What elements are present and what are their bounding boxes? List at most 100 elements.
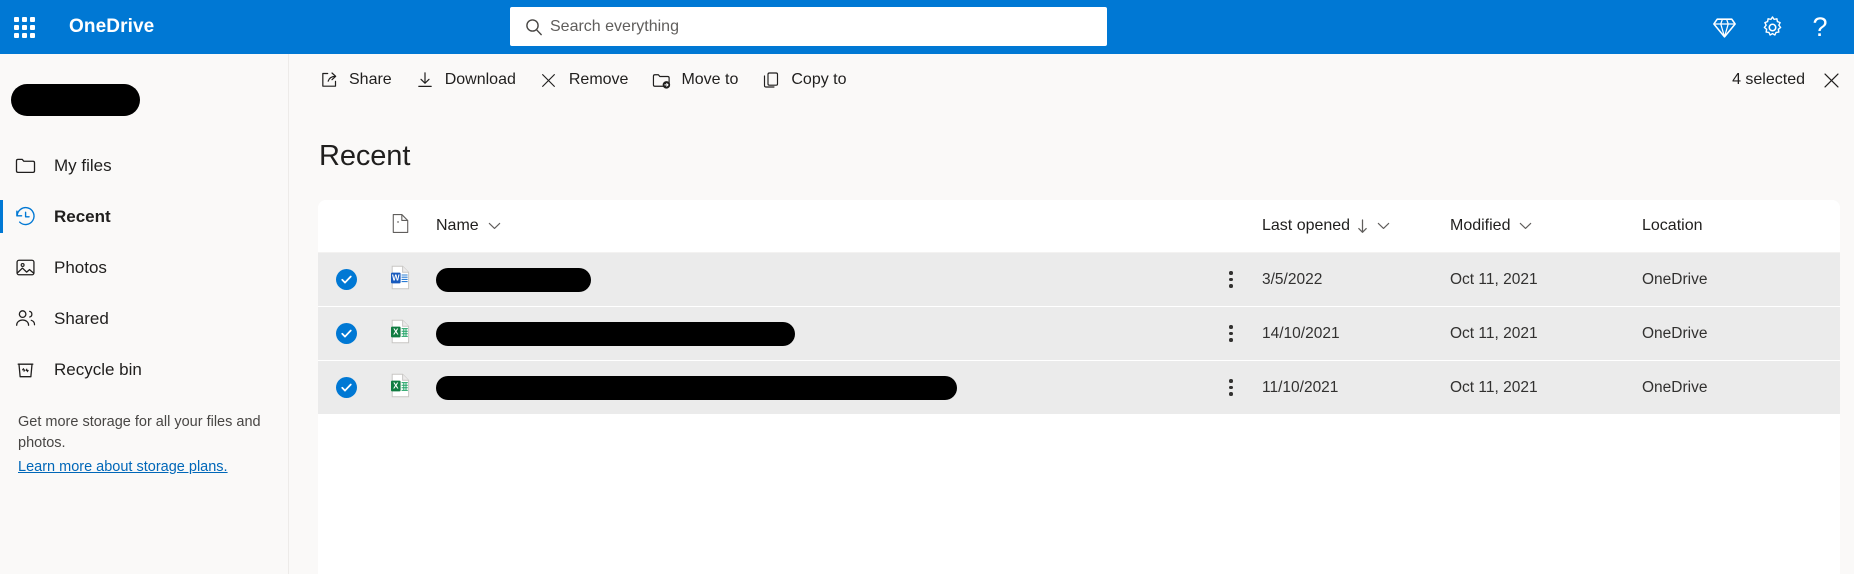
- command-bar: Share Download Remove Move to Copy to 4 …: [289, 54, 1854, 106]
- sort-descending-arrow-icon: [1357, 218, 1368, 234]
- more-options-icon[interactable]: [1229, 325, 1233, 342]
- file-type-cell: W: [374, 265, 426, 295]
- move-to-button[interactable]: Move to: [639, 60, 749, 100]
- download-button[interactable]: Download: [403, 60, 527, 100]
- storage-promo: Get more storage for all your files and …: [18, 412, 274, 478]
- modified-column-header-inner: Modified: [1450, 217, 1532, 235]
- row-checkbox[interactable]: [318, 323, 374, 344]
- photos-image-icon: [14, 256, 44, 279]
- svg-text:X: X: [393, 381, 399, 390]
- modified-value: Oct 11, 2021: [1450, 378, 1538, 396]
- sidebar-item-label: Shared: [54, 308, 109, 328]
- sidebar-item-label: My files: [54, 155, 112, 175]
- sidebar-item-recycle-bin[interactable]: Recycle bin: [0, 344, 288, 395]
- location-value: OneDrive: [1642, 270, 1708, 288]
- copy-to-button[interactable]: Copy to: [749, 60, 857, 100]
- last-opened-column-header[interactable]: Last opened: [1258, 217, 1448, 235]
- modified-value: Oct 11, 2021: [1450, 324, 1538, 342]
- recycle-bin-icon: [14, 358, 44, 381]
- table-row[interactable]: X 14/10/2021 Oct 11, 2021 OneDrive: [318, 307, 1840, 361]
- row-actions-cell[interactable]: [1204, 325, 1258, 342]
- more-options-icon[interactable]: [1229, 271, 1233, 288]
- chevron-down-icon: [488, 222, 501, 230]
- close-selection-icon[interactable]: [1818, 67, 1844, 93]
- file-name-cell: [426, 375, 1204, 400]
- left-navigation: My files Recent Photos Shared Recycle bi…: [0, 54, 289, 574]
- shared-people-icon: [14, 307, 44, 330]
- page-title: Recent: [319, 140, 411, 172]
- row-actions-cell[interactable]: [1204, 379, 1258, 396]
- command-label: Move to: [681, 71, 739, 88]
- file-name-redacted: [436, 267, 591, 292]
- help-question-icon[interactable]: ?: [1796, 3, 1844, 51]
- file-name-redacted: [436, 321, 795, 346]
- last-opened-column-header-inner: Last opened: [1262, 217, 1390, 235]
- location-value: OneDrive: [1642, 324, 1708, 342]
- remove-x-icon: [538, 71, 560, 90]
- selected-count-text: 4 selected: [1732, 71, 1805, 88]
- search-box[interactable]: [510, 7, 1107, 46]
- excel-spreadsheet-icon: X: [389, 319, 411, 349]
- file-type-cell: X: [374, 319, 426, 349]
- location-column-header[interactable]: Location: [1640, 217, 1840, 235]
- share-button[interactable]: Share: [307, 60, 403, 100]
- checkbox-checked-icon: [335, 323, 357, 344]
- storage-plans-link[interactable]: Learn more about storage plans.: [18, 457, 228, 478]
- location-cell: OneDrive: [1640, 325, 1840, 343]
- copy-to-icon: [760, 70, 782, 90]
- premium-diamond-icon[interactable]: [1700, 3, 1748, 51]
- more-options-icon[interactable]: [1229, 379, 1233, 396]
- row-checkbox[interactable]: [318, 269, 374, 290]
- column-label: Location: [1642, 217, 1703, 234]
- modified-cell: Oct 11, 2021: [1448, 271, 1640, 289]
- sidebar-item-label: Recent: [54, 206, 111, 226]
- sidebar-item-label: Recycle bin: [54, 359, 142, 379]
- column-label: Modified: [1450, 217, 1511, 234]
- chevron-down-icon: [1519, 222, 1532, 230]
- modified-cell: Oct 11, 2021: [1448, 379, 1640, 397]
- last-opened-value: 14/10/2021: [1262, 324, 1340, 342]
- files-table: Name Last opened Modified Location W 3/5…: [318, 200, 1840, 574]
- chevron-down-icon: [1377, 222, 1390, 230]
- settings-gear-icon[interactable]: [1748, 3, 1796, 51]
- suite-actions: ?: [1700, 0, 1844, 54]
- sidebar-item-photos[interactable]: Photos: [0, 242, 288, 293]
- file-name-cell: [426, 267, 1204, 292]
- move-to-folder-icon: [650, 70, 672, 91]
- last-opened-cell: 11/10/2021: [1258, 379, 1448, 397]
- remove-button[interactable]: Remove: [527, 60, 640, 100]
- name-column-header[interactable]: Name: [426, 217, 1204, 235]
- table-row[interactable]: X 11/10/2021 Oct 11, 2021 OneDrive: [318, 361, 1840, 415]
- checkbox-checked-icon: [335, 377, 357, 398]
- search-input[interactable]: [550, 17, 1093, 36]
- sidebar-item-my-files[interactable]: My files: [0, 140, 288, 191]
- file-type-cell: X: [374, 373, 426, 403]
- last-opened-cell: 3/5/2022: [1258, 271, 1448, 289]
- command-label: Remove: [568, 71, 629, 88]
- app-brand-onedrive[interactable]: OneDrive: [69, 16, 154, 38]
- sidebar-item-recent[interactable]: Recent: [0, 191, 288, 242]
- folder-icon: [14, 154, 44, 177]
- checkbox-checked-icon: [335, 269, 357, 290]
- last-opened-cell: 14/10/2021: [1258, 325, 1448, 343]
- file-name-cell: [426, 321, 1204, 346]
- name-column-header-inner: Name: [436, 217, 501, 235]
- file-name-redacted: [436, 375, 957, 400]
- main-content: Share Download Remove Move to Copy to 4 …: [289, 54, 1854, 574]
- last-opened-value: 11/10/2021: [1262, 378, 1339, 396]
- sidebar-item-label: Photos: [54, 257, 107, 277]
- share-icon: [318, 70, 340, 90]
- search-icon: [524, 17, 550, 37]
- row-actions-cell[interactable]: [1204, 271, 1258, 288]
- app-launcher-waffle-icon[interactable]: [0, 0, 48, 54]
- table-row[interactable]: W 3/5/2022 Oct 11, 2021 OneDrive: [318, 253, 1840, 307]
- sidebar-item-shared[interactable]: Shared: [0, 293, 288, 344]
- modified-column-header[interactable]: Modified: [1448, 217, 1640, 235]
- help-glyph: ?: [1812, 11, 1828, 42]
- row-checkbox[interactable]: [318, 377, 374, 398]
- command-label: Share: [349, 71, 392, 88]
- table-header-row: Name Last opened Modified Location: [318, 200, 1840, 253]
- storage-note-text: Get more storage for all your files and …: [18, 414, 261, 452]
- command-label: Download: [444, 71, 516, 88]
- file-type-column-header[interactable]: [374, 213, 426, 239]
